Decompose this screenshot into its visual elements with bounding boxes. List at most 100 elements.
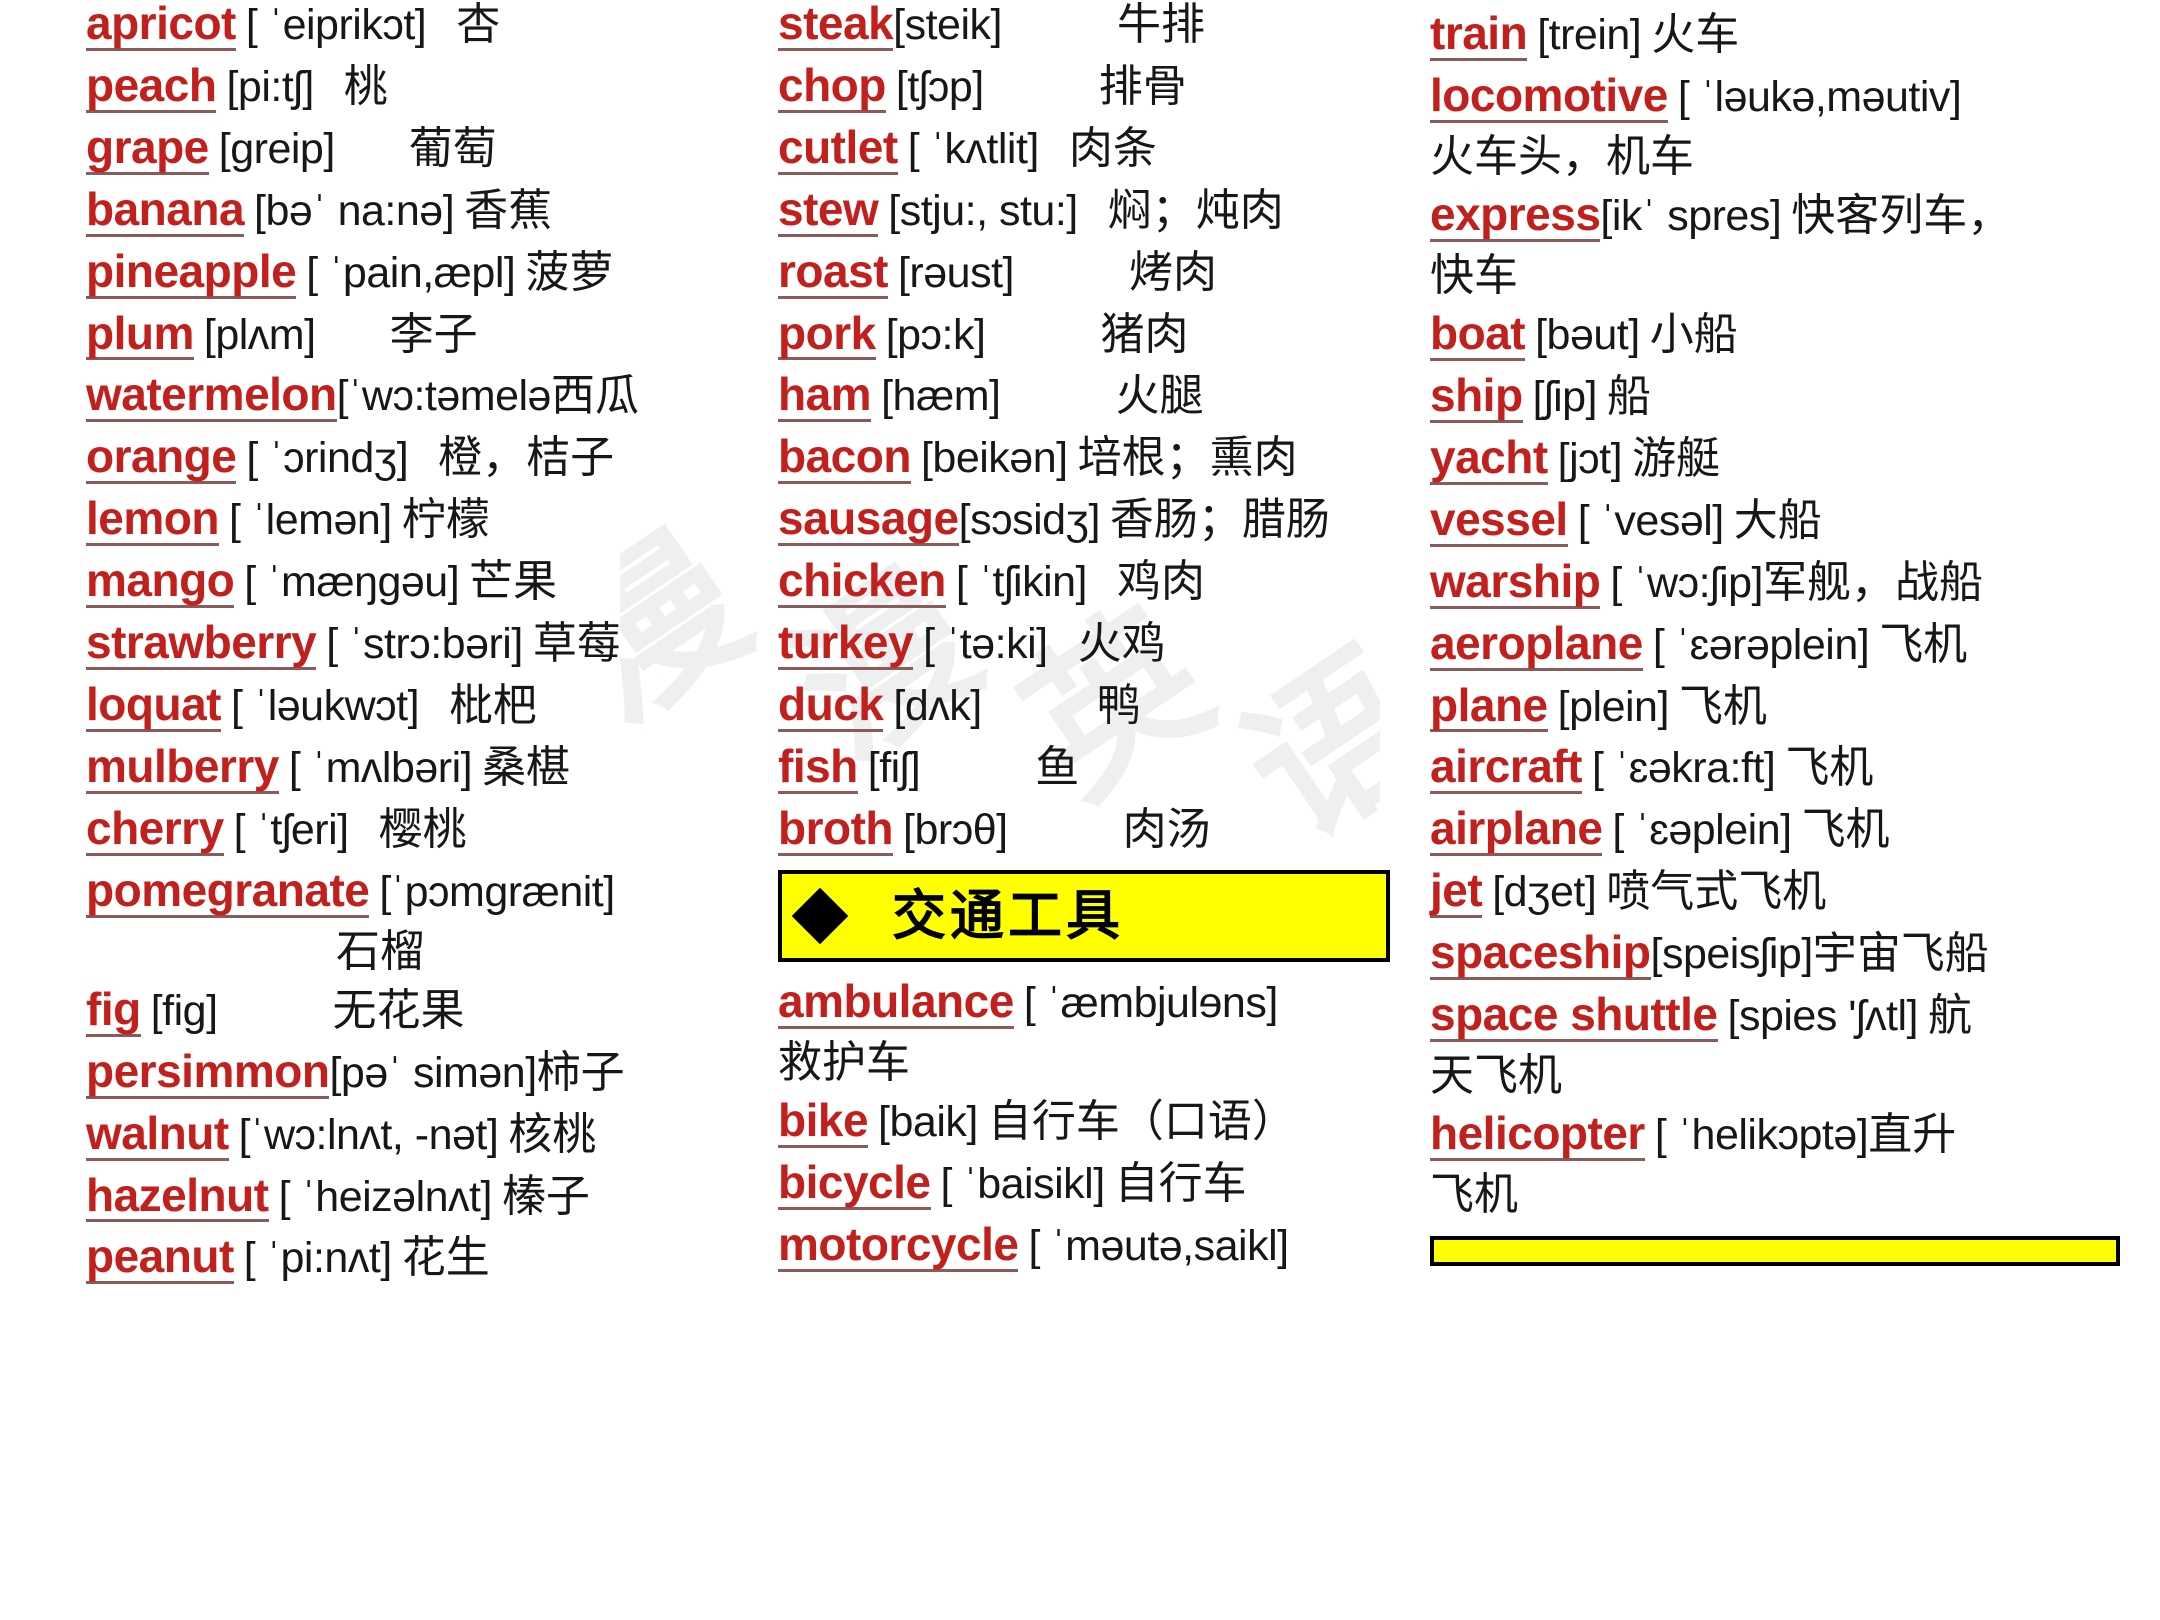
vocab-phonetic: [ ˈləukə,məutiv]: [1677, 72, 1962, 121]
vocab-word[interactable]: broth: [778, 804, 894, 856]
vocab-phonetic: [brɔθ]: [903, 805, 1008, 854]
vocab-entry: duck [dʌk] 鸭: [778, 681, 1400, 732]
vocab-phonetic: [dʌk]: [893, 681, 982, 730]
vocab-phonetic: [ ˈstrɔ:bəri]: [326, 620, 523, 669]
vocab-translation: 肉条: [1068, 123, 1157, 173]
vocab-word[interactable]: cutlet: [778, 123, 898, 175]
vocab-translation: 游艇: [1632, 433, 1721, 483]
vocab-phonetic: [ˈwɔ:təmelə: [336, 372, 552, 421]
vocab-word[interactable]: turkey: [778, 619, 914, 670]
vocab-translation: 猪肉: [1100, 309, 1189, 359]
vocab-word[interactable]: persimmon: [86, 1047, 330, 1099]
vocab-word[interactable]: peanut: [86, 1233, 234, 1285]
vocab-entry: yacht [jɔt] 游艇: [1430, 433, 2160, 485]
vocab-word[interactable]: pineapple: [86, 247, 297, 299]
vocab-translation: 火腿: [1115, 371, 1204, 421]
vocab-entry: roast [rəust] 烤肉: [778, 247, 1400, 299]
vocab-word[interactable]: peach: [86, 61, 217, 113]
vocab-word[interactable]: banana: [86, 185, 245, 237]
vocab-word[interactable]: jet: [1430, 867, 1483, 919]
vocab-word[interactable]: chicken: [778, 557, 946, 609]
vocab-word[interactable]: helicopter: [1430, 1110, 1645, 1162]
vocab-entry: ambulance[ ˈæmbjulɘns]: [778, 977, 1400, 1029]
vehicles-column: train [trein] 火车 locomotive[ ˈləukə,məutiv…: [1400, 0, 2160, 1267]
vocab-word[interactable]: duck: [778, 681, 884, 732]
vocab-word[interactable]: grape: [86, 123, 209, 175]
vocab-word[interactable]: boat: [1430, 310, 1526, 361]
vocab-entry: orange[ ˈɔrindʒ] 橙，桔子: [86, 433, 700, 485]
vocab-phonetic: [ ˈtʃikin]: [955, 558, 1088, 607]
vocab-entry: watermelon[ˈwɔ:təmelə西瓜: [86, 371, 700, 423]
vocab-word[interactable]: mulberry: [86, 742, 279, 794]
vocab-phonetic: [ ˈɛəkra:ft]: [1591, 744, 1776, 793]
vocab-word[interactable]: chop: [778, 61, 886, 113]
vocab-word[interactable]: watermelon: [86, 371, 337, 423]
vocab-word[interactable]: strawberry: [86, 619, 317, 670]
vocab-word[interactable]: warship: [1430, 557, 1601, 609]
vocab-word[interactable]: bike: [778, 1096, 869, 1148]
vocab-word[interactable]: express: [1430, 191, 1601, 242]
vocab-word[interactable]: loquat: [86, 681, 221, 732]
vocab-word[interactable]: yacht: [1430, 433, 1548, 485]
fruits-column: apricot[ ˈeiprikɔt] 杏 peach [pi:tʃ] 桃 grape…: [0, 0, 700, 1295]
vocab-word[interactable]: sausage: [778, 495, 959, 547]
vocab-word[interactable]: space shuttle: [1430, 991, 1718, 1042]
vocab-word[interactable]: vessel: [1430, 495, 1568, 547]
vocab-word[interactable]: ham: [778, 371, 872, 423]
vocab-entry: bacon [beikən] 培根；熏肉: [778, 433, 1400, 485]
vocab-word[interactable]: spaceship: [1430, 929, 1651, 981]
vocab-word[interactable]: fish: [778, 742, 858, 794]
vocab-phonetic: [baik]: [878, 1097, 978, 1146]
vocab-word[interactable]: bicycle: [778, 1158, 931, 1210]
vocab-word[interactable]: roast: [778, 247, 888, 299]
vocab-translation: 自行车（口语）: [987, 1096, 1296, 1146]
vocab-word[interactable]: hazelnut: [86, 1171, 269, 1223]
vocab-translation: 菠萝: [525, 247, 614, 297]
vocab-phonetic: [ikˈ spres]: [1600, 192, 1782, 240]
vocab-word[interactable]: walnut: [86, 1109, 229, 1161]
vocab-translation: 香蕉: [464, 185, 553, 235]
vocab-entry: locomotive[ ˈləukə,məutiv]: [1430, 71, 2160, 123]
vocab-entry: strawberry[ ˈstrɔ:bəri] 草莓: [86, 619, 700, 670]
vocab-translation: 飞机: [1785, 743, 1874, 793]
vocab-entry: spaceship[speisʃip]宇宙飞船: [1430, 929, 2160, 981]
vocab-entry: peanut[ ˈpi:nʌt] 花生: [86, 1233, 700, 1285]
vocab-word[interactable]: plane: [1430, 681, 1548, 733]
vocab-phonetic: [dʒet]: [1492, 868, 1597, 917]
vocab-phonetic: [ ˈɛərəplein]: [1652, 620, 1870, 669]
vocab-translation: 宇宙飞船: [1812, 929, 1989, 979]
vocab-word[interactable]: pomegranate: [86, 866, 370, 918]
vocab-translation: 鸭: [1096, 680, 1141, 730]
vocab-phonetic: [ ˈɛəplein]: [1612, 806, 1792, 855]
vocab-word[interactable]: aeroplane: [1430, 619, 1643, 671]
vocab-word[interactable]: fig: [86, 985, 141, 1037]
vocab-entry: express[ikˈ spres] 快客列车，: [1430, 191, 2160, 242]
vocab-word[interactable]: ship: [1430, 372, 1523, 423]
vocab-phonetic: [fig]: [150, 986, 218, 1035]
vocab-phonetic: [stju:, stu:]: [888, 186, 1078, 235]
vocab-word[interactable]: lemon: [86, 495, 219, 547]
vocab-word[interactable]: steak: [778, 0, 894, 51]
vocab-entry: train [trein] 火车: [1430, 10, 2160, 61]
vocab-phonetic: [ ˈləukwɔt]: [230, 681, 420, 730]
vocab-translation: 肉汤: [1122, 804, 1211, 854]
vocab-translation: 榛子: [501, 1171, 590, 1221]
vocab-word[interactable]: mango: [86, 557, 235, 609]
vocab-word[interactable]: aircraft: [1430, 743, 1582, 795]
vocab-translation: 鸡肉: [1117, 557, 1205, 607]
vocab-word[interactable]: plum: [86, 309, 194, 361]
vocab-word[interactable]: cherry: [86, 804, 224, 856]
vocab-word[interactable]: motorcycle: [778, 1220, 1019, 1272]
vocab-word[interactable]: bacon: [778, 433, 911, 485]
vocab-word[interactable]: airplane: [1430, 805, 1603, 857]
vocab-translation: 航: [1928, 991, 1972, 1041]
vocab-word[interactable]: apricot: [86, 0, 236, 51]
vocab-entry: ham [hæm] 火腿: [778, 371, 1400, 423]
vocab-word[interactable]: stew: [778, 185, 879, 237]
vocab-word[interactable]: ambulance: [778, 977, 1014, 1029]
vocab-word[interactable]: train: [1430, 10, 1528, 61]
vocab-word[interactable]: locomotive: [1430, 71, 1668, 123]
meats-column: steak[steik] 牛排 chop [tʃɔp] 排骨 cutlet[ ˈkʌt…: [700, 0, 1400, 1283]
vocab-word[interactable]: pork: [778, 309, 876, 361]
vocab-word[interactable]: orange: [86, 433, 237, 485]
